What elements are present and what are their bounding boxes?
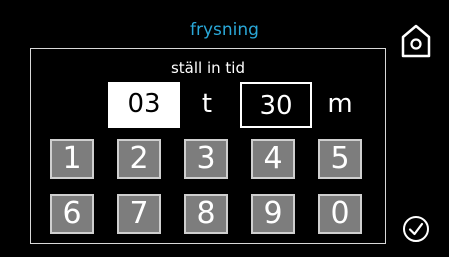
checkmark-circle-icon: [403, 216, 429, 242]
home-icon: [401, 24, 431, 58]
hours-unit-label: t: [201, 89, 213, 119]
key-5[interactable]: 5: [318, 139, 362, 179]
minutes-field[interactable]: 30: [240, 82, 312, 128]
key-0[interactable]: 0: [318, 194, 362, 234]
key-7[interactable]: 7: [117, 194, 161, 234]
screen-title: frysning: [190, 20, 259, 40]
key-6[interactable]: 6: [50, 194, 94, 234]
key-3[interactable]: 3: [184, 139, 228, 179]
minutes-unit-label: m: [327, 89, 353, 119]
key-4[interactable]: 4: [251, 139, 295, 179]
key-9[interactable]: 9: [251, 194, 295, 234]
hours-field[interactable]: 03: [108, 82, 180, 128]
key-8[interactable]: 8: [184, 194, 228, 234]
confirm-button[interactable]: [402, 215, 430, 243]
home-button[interactable]: [400, 23, 432, 59]
panel-subtitle: ställ in tid: [170, 59, 245, 77]
key-2[interactable]: 2: [117, 139, 161, 179]
key-1[interactable]: 1: [50, 139, 94, 179]
